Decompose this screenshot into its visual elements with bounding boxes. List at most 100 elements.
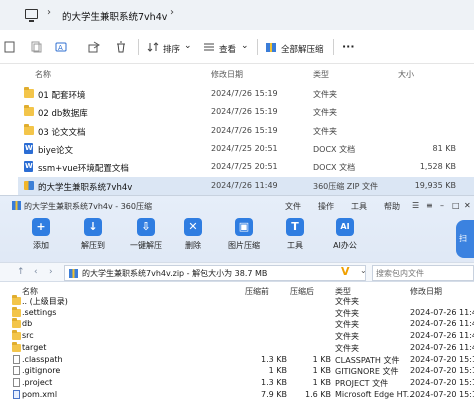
zip-path-field[interactable]: 的大学生兼职系统7vh4v.zip - 解包大小为 38.7 MB [64,265,366,281]
back-icon[interactable]: ‹ [34,267,38,277]
entry-modified: 2024-07-20 15:19 [410,354,474,364]
menu-file[interactable]: 文件 [285,201,301,212]
delete-icon[interactable] [115,41,127,53]
entry-packed-size: 1.6 KB [305,389,331,399]
more-button[interactable]: ··· [342,40,355,53]
share-icon[interactable] [88,41,100,53]
explorer-window: › 的大学生兼职系统7vh4v › A 排序 ⌄ 查看 ⌄ 全部解压缩 ··· … [0,0,474,195]
ai-office-button[interactable]: AI AI办公 [322,218,368,258]
close-icon[interactable]: ✕ [464,201,471,210]
column-header-modified[interactable]: 修改日期 [211,69,243,80]
new-icon[interactable] [4,41,16,53]
file-name: 03 论文文档 [38,127,86,138]
zip-header: 的大学生兼职系统7vh4v - 360压缩 文件 操作 工具 帮助 ☰ ≡ – … [0,196,474,268]
tools-icon: T [286,218,304,236]
file-row[interactable]: 01 配套环境 2024/7/26 15:19 文件夹 [18,85,474,103]
tools-button[interactable]: T 工具 [272,218,318,258]
folder-icon [24,105,34,117]
entry-name: pom.xml [22,389,58,399]
entry-packed-size: 1 KB [312,366,331,376]
sort-icon[interactable] [147,41,159,53]
maximize-icon[interactable]: □ [452,201,460,210]
column-header-size[interactable]: 大小 [398,69,414,80]
view-button[interactable]: 查看 [219,43,236,55]
zip-entry-row[interactable]: .. (上级目录) 文件夹 [0,295,474,307]
file-type: DOCX 文档 [313,144,356,154]
entry-type: GITIGNORE 文件 [335,367,399,377]
xml-file-icon [13,389,20,399]
extract-icon[interactable] [265,41,277,53]
zip-entry-row[interactable]: .classpath 1.3 KB 1 KB CLASSPATH 文件 2024-07-… [0,354,474,366]
entry-type: 文件夹 [335,297,359,306]
toolbar-button-label: 删除 [185,241,201,250]
file-row[interactable]: 02 db数据库 2024/7/26 15:19 文件夹 [18,103,474,121]
search-placeholder: 搜索包内文件 [376,269,424,278]
rename-icon[interactable]: A [55,41,67,53]
zip-entry-row[interactable]: src 文件夹 2024-07-26 11:49 [0,330,474,342]
delete-button[interactable]: ✕ 删除 [170,218,216,258]
zip-entry-row[interactable]: pom.xml 7.9 KB 1.6 KB Microsoft Edge HT... 2… [0,389,474,401]
extract-all-button[interactable]: 全部解压缩 [281,43,324,55]
image-compress-button[interactable]: ▣ 图片压缩 [221,218,267,258]
entry-modified: 2024-07-26 11:49 [410,307,474,317]
folder-icon [24,87,34,98]
file-row[interactable]: ssm+vue环境配置文档 2024/7/25 20:51 DOCX 文档 1,528… [18,158,474,176]
menu-help[interactable]: 帮助 [384,201,400,212]
entry-compressed-size: 1.3 KB [261,354,287,364]
up-arrow-icon[interactable]: ↑ [17,267,25,277]
breadcrumb-folder[interactable]: 的大学生兼职系统7vh4v [62,9,167,23]
entry-compressed-size: 1 KB [268,366,287,376]
menu-icon[interactable]: ≡ [426,201,433,210]
add-button[interactable]: + 添加 [18,218,64,258]
entry-type: PROJECT 文件 [335,378,389,388]
chevron-down-icon[interactable]: ⌄ [241,41,249,51]
file-type: 文件夹 [313,126,337,136]
view-icon[interactable] [203,41,215,53]
toolbar-button-label: AI办公 [333,241,357,250]
folder-icon [12,306,21,317]
forward-icon[interactable]: › [49,267,53,277]
toolbar-button-label: 工具 [287,241,303,250]
file-name: ssm+vue环境配置文档 [38,164,129,175]
toolbar-divider [257,39,258,55]
entry-type: 文件夹 [335,320,359,330]
zip-entry-row[interactable]: .settings 文件夹 2024-07-26 11:49 [0,306,474,319]
breadcrumb-separator[interactable]: › [170,7,174,18]
file-row[interactable]: 03 论文文档 2024/7/26 15:19 文件夹 [18,122,474,140]
column-header-name[interactable]: 名称 [35,69,51,80]
extract-to-button[interactable]: ↓ 解压到 [70,218,116,258]
menu-tools[interactable]: 工具 [351,201,367,212]
search-input[interactable]: 搜索包内文件 [372,265,474,281]
file-row[interactable]: 的大学生兼职系统7vh4v 2024/7/26 11:49 360压缩 ZIP 文件… [18,176,474,195]
zip-entry-row[interactable]: .project 1.3 KB 1 KB PROJECT 文件 2024-07-20 1… [0,377,474,389]
scan-tab[interactable]: 扫描 [456,220,474,258]
column-header-type[interactable]: 类型 [313,69,329,80]
file-modified: 2024/7/25 20:51 [211,162,278,172]
zip-entry-row[interactable]: db 文件夹 2024-07-26 11:49 [0,318,474,330]
folder-icon [24,123,34,135]
computer-icon[interactable] [25,9,38,22]
address-bar[interactable]: › 的大学生兼职系统7vh4v › [0,0,474,30]
zip-address-bar: ↑ ‹ › 的大学生兼职系统7vh4v.zip - 解包大小为 38.7 MB … [0,262,474,282]
image-compress-icon: ▣ [235,218,253,236]
vip-icon[interactable]: V [341,265,350,278]
zip-entry-row[interactable]: .gitignore 1 KB 1 KB GITIGNORE 文件 2024-07-20… [0,365,474,377]
entry-modified: 2024-07-26 11:49 [410,319,474,329]
one-click-extract-button[interactable]: ⇩ 一键解压 [123,218,169,258]
copy-icon[interactable] [30,41,42,53]
file-modified: 2024/7/26 15:19 [211,125,278,135]
file-modified: 2024/7/26 15:19 [211,107,278,117]
file-row[interactable]: biye论文 2024/7/25 20:51 DOCX 文档 81 KB [18,140,474,158]
zip-window: 的大学生兼职系统7vh4v - 360压缩 文件 操作 工具 帮助 ☰ ≡ – … [0,195,474,406]
zip-entry-row[interactable]: target 文件夹 2024-07-26 11:49 [0,341,474,354]
svg-text:A: A [58,44,63,52]
minimize-icon[interactable]: – [440,201,444,210]
toolbar-button-label: 解压到 [81,241,105,250]
skin-icon[interactable]: ☰ [412,201,419,210]
chevron-down-icon[interactable]: ⌄ [360,266,367,275]
entry-modified: 2024-07-20 15:19 [410,389,474,399]
sort-button[interactable]: 排序 [163,43,180,55]
file-size: 19,935 KB [414,180,456,190]
menu-operate[interactable]: 操作 [318,201,334,212]
chevron-down-icon[interactable]: ⌄ [184,41,192,51]
